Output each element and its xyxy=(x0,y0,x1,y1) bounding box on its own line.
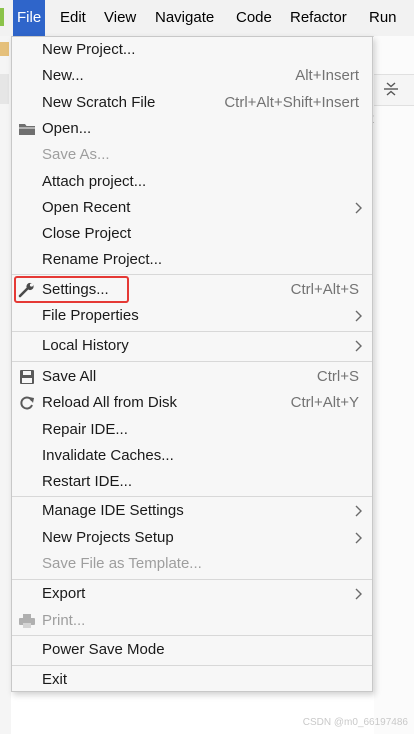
menu-separator xyxy=(12,665,372,666)
menu-item-label: Print... xyxy=(42,612,86,629)
menu-item-close-project[interactable]: Close Project xyxy=(12,221,372,247)
left-tool-button[interactable] xyxy=(0,42,9,56)
menu-item-label: Open Recent xyxy=(42,199,131,216)
menu-separator xyxy=(12,331,372,332)
chevron-right-icon xyxy=(355,202,362,214)
menu-item-print[interactable]: Print... xyxy=(12,608,372,634)
menu-item-open-recent[interactable]: Open Recent xyxy=(12,195,372,221)
menu-item-save-all[interactable]: Save All Ctrl+S xyxy=(12,364,372,390)
chevron-right-icon xyxy=(355,505,362,517)
menu-item-label: Restart IDE... xyxy=(42,473,133,490)
collapse-all-icon[interactable] xyxy=(382,80,400,98)
reload-icon xyxy=(20,396,34,410)
menu-item-label: Close Project xyxy=(42,225,132,242)
menu-item-label: Manage IDE Settings xyxy=(42,502,184,519)
menu-view[interactable]: View xyxy=(100,0,140,36)
menu-item-label: New Project... xyxy=(42,41,136,58)
menu-item-label: Attach project... xyxy=(42,173,147,190)
chevron-right-icon xyxy=(355,340,362,352)
printer-icon xyxy=(19,614,35,628)
menu-item-reload-all[interactable]: Reload All from Disk Ctrl+Alt+Y xyxy=(12,390,372,416)
menu-item-label: Exit xyxy=(42,671,68,688)
save-icon xyxy=(20,370,34,384)
menu-item-label: Open... xyxy=(42,120,92,137)
menu-item-label: Save As... xyxy=(42,146,110,163)
menu-item-shortcut: Ctrl+S xyxy=(316,368,359,385)
watermark-text: CSDN @m0_66197486 xyxy=(302,717,408,728)
menu-item-label: Invalidate Caches... xyxy=(42,447,174,464)
menu-separator xyxy=(12,274,372,275)
menu-file[interactable]: File xyxy=(13,0,46,36)
menu-item-invalidate-caches[interactable]: Invalidate Caches... xyxy=(12,443,372,469)
menu-item-label: Export xyxy=(42,585,86,602)
menu-item-label: New... xyxy=(42,67,84,84)
menu-item-shortcut: Ctrl+Alt+Y xyxy=(290,394,359,411)
menu-item-power-save-mode[interactable]: Power Save Mode xyxy=(12,637,372,663)
menu-item-save-file-as-template[interactable]: Save File as Template... xyxy=(12,551,372,577)
menu-item-repair-ide[interactable]: Repair IDE... xyxy=(12,417,372,443)
menu-item-file-properties[interactable]: File Properties xyxy=(12,303,372,329)
folder-icon xyxy=(19,124,35,135)
menu-item-attach-project[interactable]: Attach project... xyxy=(12,169,372,195)
menu-separator xyxy=(12,579,372,580)
menu-item-open[interactable]: Open... xyxy=(12,116,372,142)
menu-item-manage-ide-settings[interactable]: Manage IDE Settings xyxy=(12,498,372,524)
file-menu-dropdown: New Project... New... Alt+Insert New Scr… xyxy=(11,36,373,692)
menu-item-restart-ide[interactable]: Restart IDE... xyxy=(12,469,372,495)
settings-highlight-box xyxy=(14,276,129,303)
menu-code[interactable]: Code xyxy=(232,0,276,36)
menu-item-new-scratch-file[interactable]: New Scratch File Ctrl+Alt+Shift+Insert xyxy=(12,90,372,116)
menu-item-export[interactable]: Export xyxy=(12,581,372,607)
menu-item-shortcut: Ctrl+Alt+S xyxy=(290,281,359,298)
menu-item-label: Save File as Template... xyxy=(42,555,202,572)
menu-separator xyxy=(12,361,372,362)
chevron-right-icon xyxy=(355,588,362,600)
menu-item-label: Save All xyxy=(42,368,97,385)
menu-separator xyxy=(12,496,372,497)
menu-item-label: File Properties xyxy=(42,307,139,324)
menu-item-local-history[interactable]: Local History xyxy=(12,333,372,359)
menu-item-label: New Scratch File xyxy=(42,94,156,111)
menu-item-new-project[interactable]: New Project... xyxy=(12,37,372,63)
menu-bar: File Edit View Navigate Code Refactor Ru… xyxy=(0,0,414,37)
chevron-right-icon xyxy=(355,310,362,322)
menu-item-exit[interactable]: Exit xyxy=(12,667,372,693)
toolbar-edge-accent xyxy=(0,8,4,26)
menu-navigate[interactable]: Navigate xyxy=(151,0,218,36)
left-tool-panel xyxy=(0,74,9,104)
menu-item-save-as[interactable]: Save As... xyxy=(12,142,372,168)
chevron-right-icon xyxy=(355,532,362,544)
menu-item-label: New Projects Setup xyxy=(42,529,174,546)
editor-background xyxy=(374,36,414,734)
menu-item-label: Reload All from Disk xyxy=(42,394,178,411)
menu-item-new-projects-setup[interactable]: New Projects Setup xyxy=(12,525,372,551)
menu-item-shortcut: Alt+Insert xyxy=(295,67,359,84)
menu-item-label: Rename Project... xyxy=(42,251,163,268)
menu-run[interactable]: Run xyxy=(365,0,401,36)
menu-item-label: Power Save Mode xyxy=(42,641,165,658)
menu-item-label: Repair IDE... xyxy=(42,421,128,438)
left-tool-strip xyxy=(0,36,11,734)
menu-separator xyxy=(12,635,372,636)
menu-item-rename-project[interactable]: Rename Project... xyxy=(12,247,372,273)
menu-edit[interactable]: Edit xyxy=(56,0,90,36)
menu-refactor[interactable]: Refactor xyxy=(286,0,351,36)
menu-item-label: Local History xyxy=(42,337,129,354)
menu-item-new[interactable]: New... Alt+Insert xyxy=(12,63,372,89)
menu-item-shortcut: Ctrl+Alt+Shift+Insert xyxy=(224,94,359,111)
